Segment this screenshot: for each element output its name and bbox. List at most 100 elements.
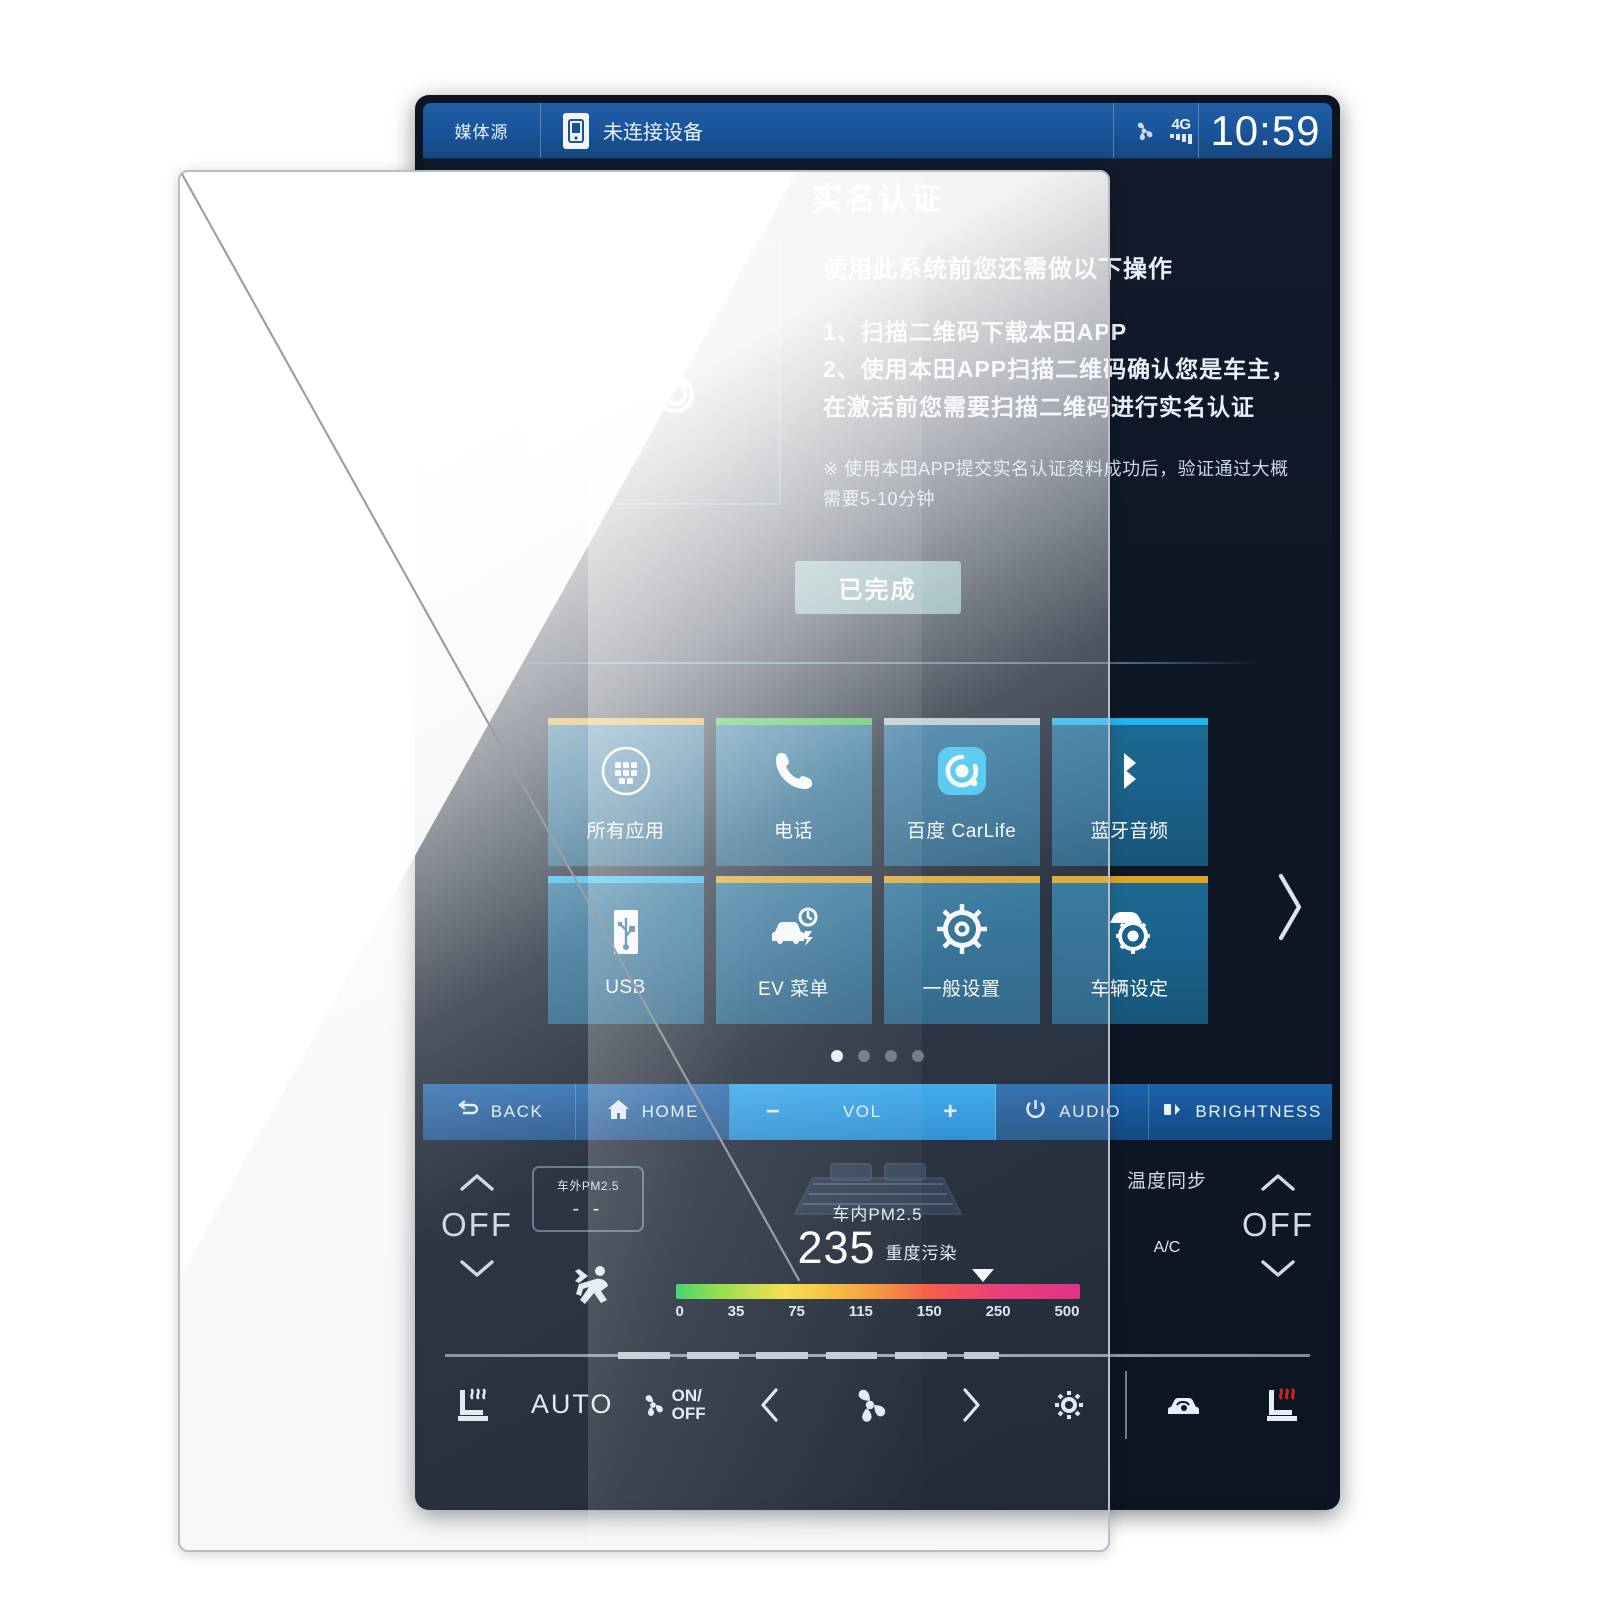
back-chevron-icon[interactable] xyxy=(455,176,481,216)
nav-brightness-button[interactable]: BRIGHTNESS xyxy=(1149,1084,1332,1140)
app-grid: 所有应用 电话 百度 CarLife 蓝牙音频 USB EV 菜单 一般设置 车… xyxy=(547,717,1208,1024)
clock-label: 10:59 xyxy=(1210,106,1321,154)
climate-separator xyxy=(1125,1370,1128,1439)
done-button[interactable]: 已完成 xyxy=(794,560,961,614)
chevron-down-icon[interactable] xyxy=(1258,1256,1298,1280)
driver-temp-value: OFF xyxy=(441,1205,513,1243)
fan-icon xyxy=(1132,119,1156,143)
pm25-tick: 115 xyxy=(848,1302,873,1320)
recirculation-button[interactable] xyxy=(1133,1382,1232,1428)
passenger-temp-value: OFF xyxy=(1242,1205,1314,1243)
tile-carlife[interactable]: 百度 CarLife xyxy=(883,717,1040,866)
page-dot[interactable] xyxy=(912,1049,924,1062)
power-icon xyxy=(1023,1097,1048,1127)
nav-back-button[interactable]: BACK xyxy=(423,1083,577,1140)
auto-button[interactable]: AUTO xyxy=(522,1389,621,1420)
chevron-up-icon[interactable] xyxy=(457,1170,497,1194)
tile-accent xyxy=(547,717,704,725)
clock: 10:59 xyxy=(1198,103,1332,158)
airflow-icon[interactable] xyxy=(558,1262,618,1318)
page-title: 实名认证 xyxy=(811,181,944,217)
app-grid-zone: 所有应用 电话 百度 CarLife 蓝牙音频 USB EV 菜单 一般设置 车… xyxy=(423,717,1332,1062)
chevron-down-icon[interactable] xyxy=(457,1256,497,1280)
media-source-label: 媒体源 xyxy=(454,123,509,142)
fan-onoff-button[interactable]: ON/ OFF xyxy=(622,1387,721,1423)
auto-label: AUTO xyxy=(530,1389,614,1420)
tile-accent xyxy=(715,875,872,883)
pm25-tick: 35 xyxy=(727,1302,745,1320)
tile-label: 所有应用 xyxy=(586,821,665,843)
volume-increase-button[interactable]: + xyxy=(937,1098,965,1126)
next-chevron-icon[interactable] xyxy=(1272,870,1306,944)
defrost-button[interactable] xyxy=(1020,1382,1119,1428)
tile-all-apps[interactable]: 所有应用 xyxy=(547,717,704,866)
vehicle-gear-icon xyxy=(1102,898,1158,960)
page-dot[interactable] xyxy=(885,1049,897,1062)
temp-sync-label[interactable]: 温度同步 xyxy=(1127,1166,1207,1193)
nav-back-label: BACK xyxy=(490,1101,544,1121)
ev-menu-icon xyxy=(766,898,822,960)
nav-volume-label: VOL xyxy=(842,1101,882,1121)
nav-audio-button[interactable]: AUDIO xyxy=(996,1083,1150,1140)
fan-off-label: OFF xyxy=(671,1403,706,1423)
tile-general-settings[interactable]: 一般设置 xyxy=(883,875,1040,1024)
exterior-pm25-caption: 车外PM2.5 xyxy=(556,1178,620,1193)
tile-ev-menu[interactable]: EV 菜单 xyxy=(715,875,872,1024)
tile-label: 电话 xyxy=(773,821,813,843)
seat-heater-left-button[interactable] xyxy=(423,1382,522,1428)
cabin-pm25-value: 235 xyxy=(797,1221,876,1273)
tile-vehicle-settings[interactable]: 车辆设定 xyxy=(1051,875,1208,1024)
tile-phone[interactable]: 电话 xyxy=(715,717,872,866)
tile-accent xyxy=(1051,875,1208,883)
qr-refresh-icon xyxy=(592,314,712,434)
chevron-up-icon[interactable] xyxy=(1258,1170,1298,1194)
cabin-pm25-readout: 235 重度污染 xyxy=(797,1225,957,1270)
tile-accent xyxy=(883,717,1040,725)
pm25-tick: 75 xyxy=(788,1302,805,1320)
fan-increase-button[interactable] xyxy=(920,1382,1019,1428)
nav-home-button[interactable]: HOME xyxy=(576,1083,730,1140)
nav-brightness-label: BRIGHTNESS xyxy=(1195,1101,1322,1121)
page-dot[interactable] xyxy=(858,1049,870,1062)
tile-label: 蓝牙音频 xyxy=(1090,821,1169,843)
infotainment-screen: 媒体源 未连接设备 4G 10:59 实名认证 使用此系统前您还需做以下操作 1… xyxy=(423,103,1332,1500)
climate-bottom-row: AUTO ON/ OFF xyxy=(423,1357,1332,1453)
back-icon xyxy=(455,1097,480,1127)
pm25-scale-bar xyxy=(675,1283,1080,1299)
gear-icon xyxy=(934,898,990,960)
pm25-tick: 500 xyxy=(1054,1302,1080,1320)
qr-code-placeholder[interactable] xyxy=(523,243,781,505)
climate-divider xyxy=(445,1351,1310,1359)
ac-button[interactable]: A/C xyxy=(1154,1239,1181,1257)
auth-instructions: 使用此系统前您还需做以下操作 1、扫描二维码下载本田APP 2、使用本田APP扫… xyxy=(823,243,1298,515)
page-dot[interactable] xyxy=(831,1049,843,1062)
auth-note: ※ 使用本田APP提交实名认证资料成功后，验证通过大概需要5-10分钟 xyxy=(823,458,1289,510)
signal-4g-icon: 4G xyxy=(1170,117,1192,144)
auth-panel: 使用此系统前您还需做以下操作 1、扫描二维码下载本田APP 2、使用本田APP扫… xyxy=(423,233,1332,515)
page-header: 实名认证 xyxy=(423,159,1332,233)
auth-step-1: 1、扫描二维码下载本田APP xyxy=(823,319,1128,345)
fan-decrease-button[interactable] xyxy=(721,1382,820,1428)
auth-lead: 使用此系统前您还需做以下操作 xyxy=(823,256,1173,283)
tile-usb[interactable]: USB xyxy=(547,875,704,1024)
status-icons: 4G xyxy=(1114,103,1198,158)
media-source-button[interactable]: 媒体源 xyxy=(423,103,541,158)
phone-badge-icon xyxy=(563,112,589,149)
pm25-scale: 0 35 75 115 150 250 500 xyxy=(675,1268,1080,1320)
pm25-tick: 250 xyxy=(985,1302,1011,1320)
cabin-pm25-gauge: 车内PM2.5 235 重度污染 0 35 75 115 150 250 500 xyxy=(645,1148,1110,1320)
home-icon xyxy=(606,1097,631,1127)
tile-label: 车辆设定 xyxy=(1090,979,1169,1001)
tile-label: 百度 CarLife xyxy=(906,821,1017,843)
fan-on-label: ON/ xyxy=(671,1386,702,1406)
exterior-pm25-box: 车外PM2.5 - - xyxy=(532,1165,644,1232)
climate-left-extra: 车外PM2.5 - - xyxy=(531,1148,645,1318)
bluetooth-audio-icon xyxy=(1102,740,1158,802)
tile-bluetooth-audio[interactable]: 蓝牙音频 xyxy=(1051,717,1208,866)
connected-device-button[interactable]: 未连接设备 xyxy=(541,103,1114,158)
nav-volume-control[interactable]: − VOL + xyxy=(729,1083,997,1140)
seat-heater-right-button[interactable] xyxy=(1233,1382,1332,1428)
tile-label: USB xyxy=(605,976,646,998)
climate-right-extra: 温度同步 A/C xyxy=(1110,1148,1224,1280)
volume-decrease-button[interactable]: − xyxy=(760,1098,788,1126)
